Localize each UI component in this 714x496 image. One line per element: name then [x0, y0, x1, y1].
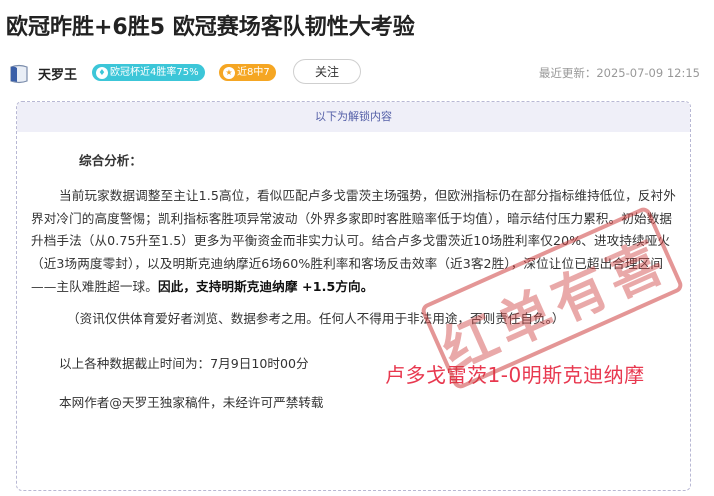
- star-icon: ★: [223, 66, 235, 79]
- streak-badge: ★ 近8中7: [219, 64, 276, 81]
- win-rate-badge-label: 欧冠杯近4胜率75%: [110, 67, 199, 78]
- trophy-icon: ♦: [96, 66, 108, 79]
- copyright-notice: 本网作者@天罗王独家稿件，未经许可严禁转载: [59, 395, 324, 411]
- article-title: 欧冠昨胜+6胜5 欧冠赛场客队韧性大考验: [6, 15, 415, 40]
- analysis-paragraph: 当前玩家数据调整至主让1.5高位，看似匹配卢多戈雷茨主场强势，但欧洲指标仍在部分…: [31, 185, 681, 299]
- analysis-conclusion: 因此，支持明斯克迪纳摩 +1.5方向。: [157, 278, 374, 294]
- unlocked-content-box: 以下为解锁内容 综合分析： 当前玩家数据调整至主让1.5高位，看似匹配卢多戈雷茨…: [16, 101, 691, 491]
- streak-badge-label: 近8中7: [237, 67, 270, 78]
- unlock-banner: 以下为解锁内容: [17, 102, 690, 132]
- section-heading: 综合分析：: [79, 153, 142, 168]
- last-updated: 最近更新：2025-07-09 12:15: [538, 66, 700, 80]
- disclaimer: （资讯仅供体育爱好者浏览、数据参考之用。任何人不得用于非法用途，否则责任自负。）: [67, 310, 565, 326]
- author-bar: 天罗王 ♦ 欧冠杯近4胜率75% ★ 近8中7 关注 最近更新：2025-07-…: [0, 56, 714, 90]
- win-rate-badge: ♦ 欧冠杯近4胜率75%: [92, 64, 205, 81]
- score-prediction: 卢多戈雷茨1-0明斯克迪纳摩: [385, 363, 645, 387]
- author-name[interactable]: 天罗王: [38, 64, 77, 83]
- follow-button[interactable]: 关注: [293, 59, 361, 84]
- avatar-icon[interactable]: [8, 63, 30, 85]
